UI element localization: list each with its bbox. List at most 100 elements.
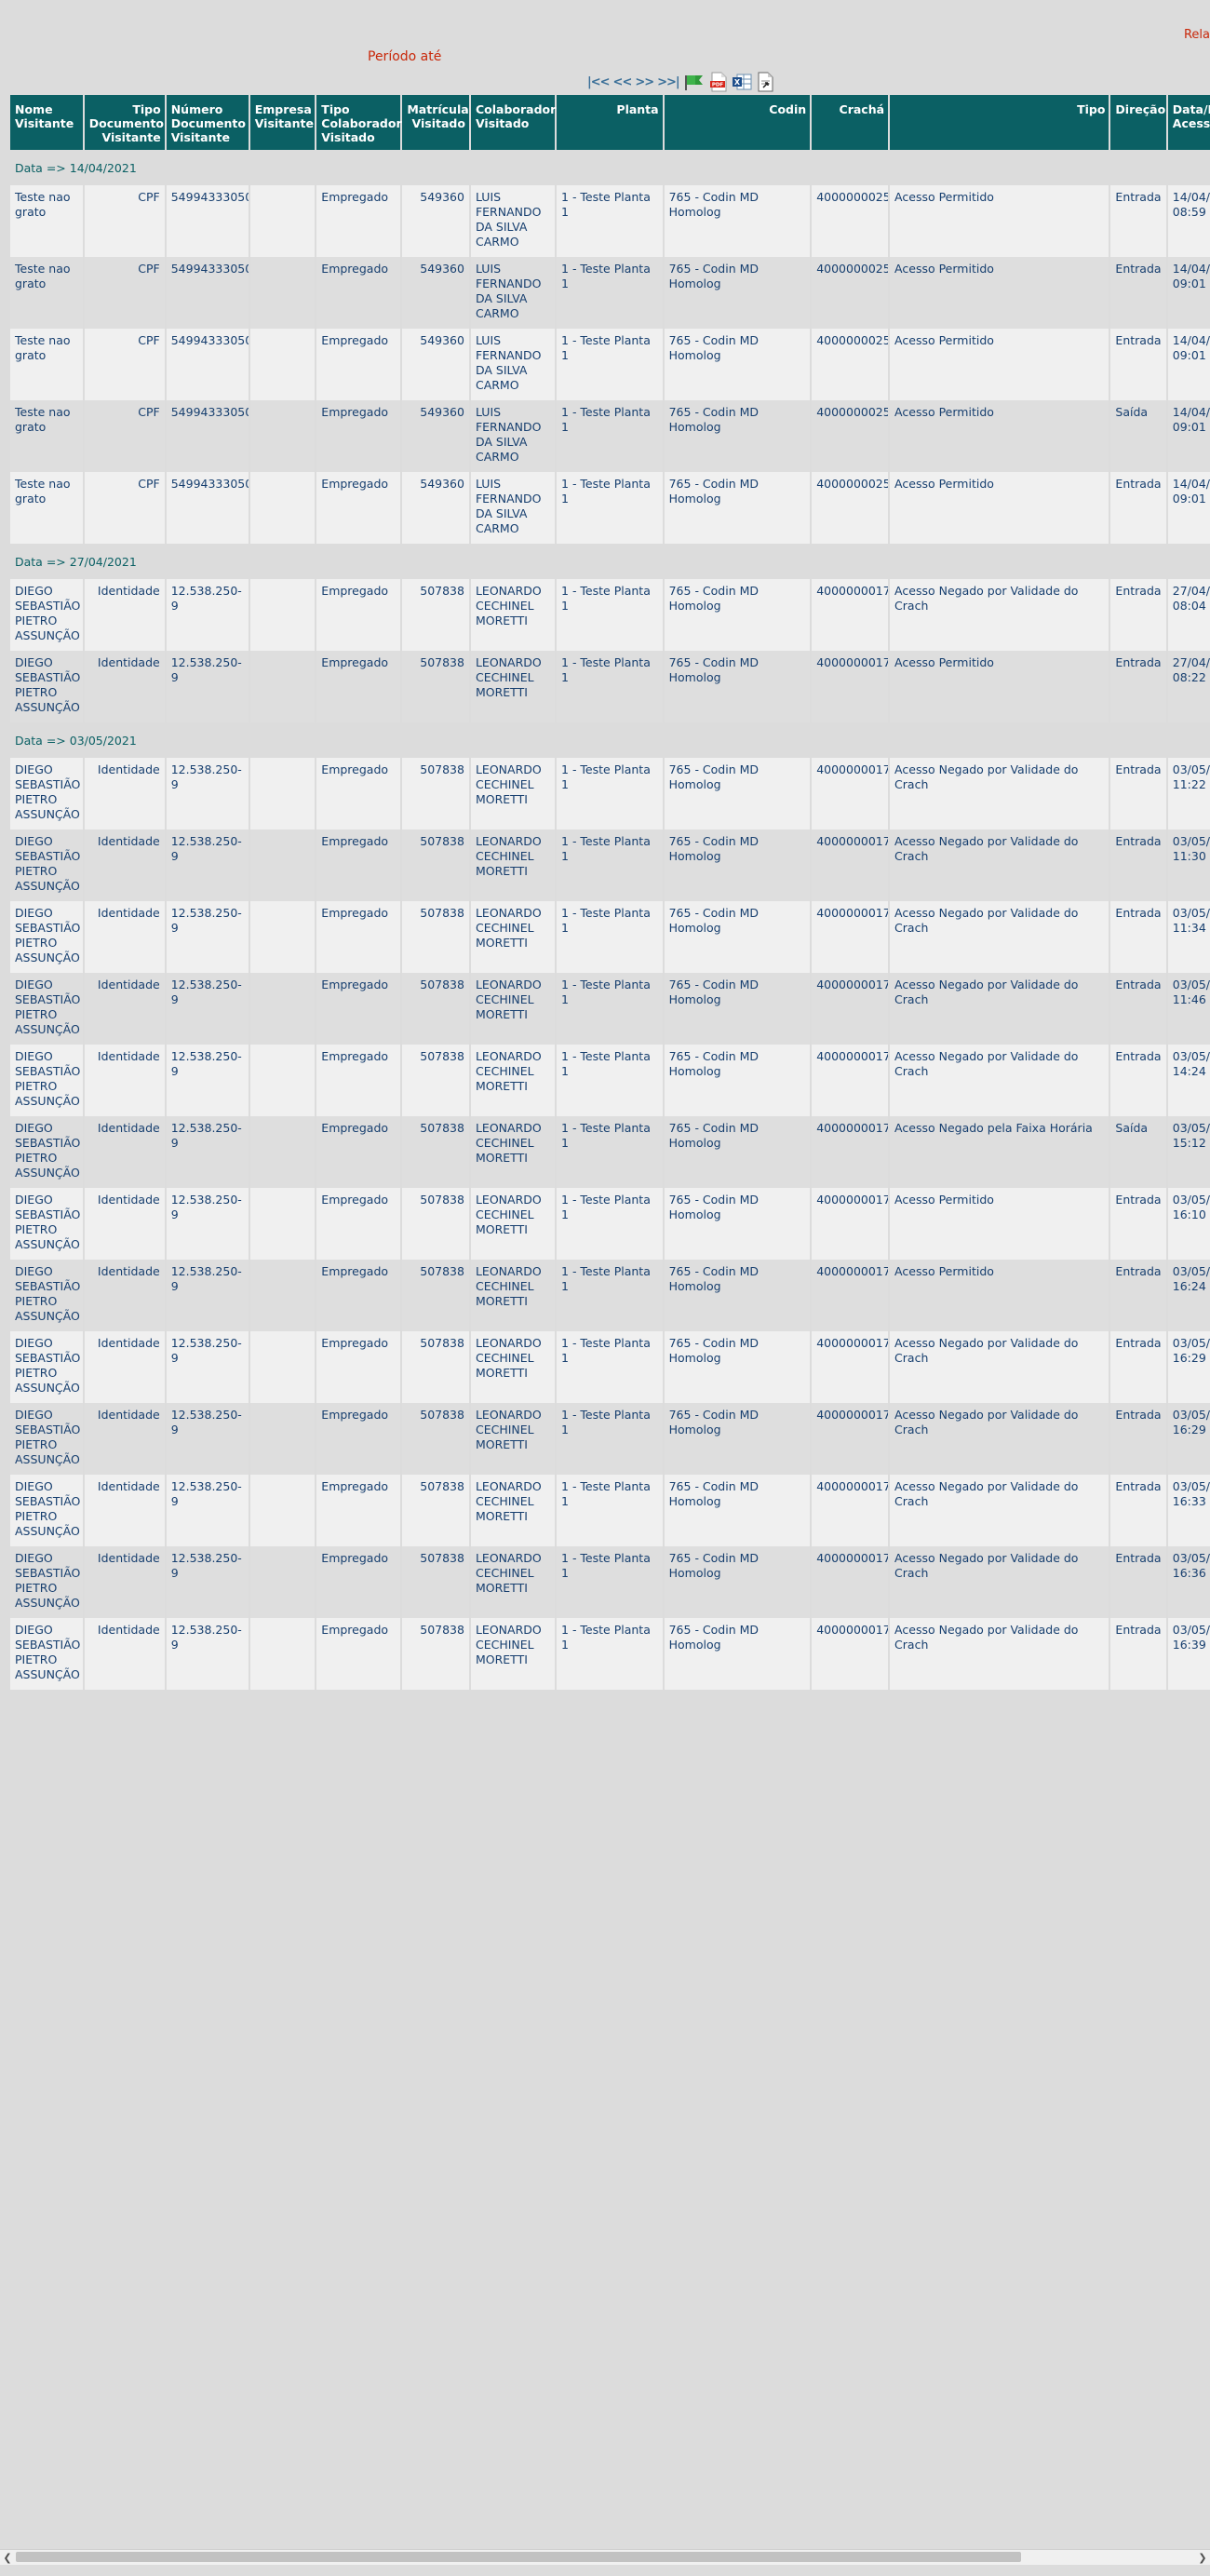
table-cell: 507838 (402, 1260, 469, 1331)
table-cell: Saída (1110, 400, 1166, 472)
table-cell: 12.538.250-9 (166, 1618, 249, 1690)
column-header[interactable]: Matrícula Visitado (402, 95, 469, 150)
table-cell: 549360 (402, 185, 469, 257)
table-cell: Empregado (316, 1546, 401, 1618)
table-cell: 4000000017 (812, 1045, 889, 1116)
table-row[interactable]: DIEGO SEBASTIÃO PIETRO ASSUNÇÃO Identidad… (10, 758, 1210, 829)
excel-icon[interactable]: X (731, 72, 753, 92)
table-cell: LEONARDO CECHINEL MORETTI (470, 1116, 556, 1188)
table-cell: Empregado (316, 829, 401, 901)
table-cell: LEONARDO CECHINEL MORETTI (470, 1546, 556, 1618)
table-row[interactable]: DIEGO SEBASTIÃO PIETRO ASSUNÇÃO Identidad… (10, 901, 1210, 973)
table-cell: Teste nao grato (10, 472, 83, 544)
table-row[interactable]: DIEGO SEBASTIÃO PIETRO ASSUNÇÃO Identidad… (10, 1403, 1210, 1475)
column-header[interactable]: Tipo Documento Visitante (84, 95, 165, 150)
table-cell: 4000000017 (812, 973, 889, 1045)
table-cell: CPF (84, 185, 165, 257)
table-cell: CPF (84, 329, 165, 400)
green-flag-icon[interactable] (682, 72, 706, 92)
table-cell: 1 - Teste Planta 1 (557, 257, 663, 329)
column-header[interactable]: Tipo Colaborador Visitado (316, 95, 402, 150)
table-cell: 03/05/2021 16:24 (1167, 1260, 1210, 1331)
table-cell: 765 - Codin MD Homolog (664, 400, 811, 472)
prev-page-button[interactable]: << (612, 72, 633, 92)
pdf-icon[interactable]: PDF (708, 72, 729, 92)
column-header[interactable]: Colaborador Visitado (470, 95, 556, 150)
table-row[interactable]: DIEGO SEBASTIÃO PIETRO ASSUNÇÃO Identidad… (10, 1618, 1210, 1690)
horizontal-scrollbar[interactable]: ❮ ❯ (0, 2549, 1210, 2565)
column-header[interactable]: Planta (557, 95, 663, 150)
column-header[interactable]: Nome Visitante (10, 95, 83, 150)
table-cell: 4000000025 (812, 257, 889, 329)
table-row[interactable]: DIEGO SEBASTIÃO PIETRO ASSUNÇÃO Identidad… (10, 1475, 1210, 1546)
table-cell: Identidade (84, 1475, 165, 1546)
table-cell: 4000000025 (812, 329, 889, 400)
table-cell: 4000000017 (812, 1116, 889, 1188)
table-cell: 1 - Teste Planta 1 (557, 829, 663, 901)
table-cell: 507838 (402, 1475, 469, 1546)
table-row[interactable]: DIEGO SEBASTIÃO PIETRO ASSUNÇÃO Identidad… (10, 579, 1210, 651)
table-cell: 12.538.250-9 (166, 901, 249, 973)
table-cell: 1 - Teste Planta 1 (557, 1260, 663, 1331)
table-cell: 1 - Teste Planta 1 (557, 579, 663, 651)
table-cell: 507838 (402, 1618, 469, 1690)
table-row[interactable]: DIEGO SEBASTIÃO PIETRO ASSUNÇÃO Identidad… (10, 1188, 1210, 1260)
table-row[interactable]: DIEGO SEBASTIÃO PIETRO ASSUNÇÃO Identidad… (10, 1260, 1210, 1331)
table-row[interactable]: Teste nao grato CPF 54994333050 Empregado 54… (10, 329, 1210, 400)
table-cell: 765 - Codin MD Homolog (664, 257, 811, 329)
table-cell: DIEGO SEBASTIÃO PIETRO ASSUNÇÃO (10, 829, 83, 901)
table-row[interactable]: Teste nao grato CPF 54994333050 Empregado 54… (10, 400, 1210, 472)
table-row[interactable]: DIEGO SEBASTIÃO PIETRO ASSUNÇÃO Identidad… (10, 1546, 1210, 1618)
chevron-right-icon[interactable]: ❯ (1195, 2550, 1210, 2565)
table-cell: Identidade (84, 829, 165, 901)
column-header[interactable]: Data/Hora Acesso (1167, 95, 1210, 150)
column-header[interactable]: Direção (1110, 95, 1166, 150)
table-row[interactable]: Teste nao grato CPF 54994333050 Empregado 54… (10, 257, 1210, 329)
column-header[interactable]: Número Documento Visitante (166, 95, 249, 150)
table-cell: 4000000017 (812, 579, 889, 651)
table-cell: Entrada (1110, 257, 1166, 329)
chevron-left-icon[interactable]: ❮ (0, 2550, 15, 2565)
table-row[interactable]: DIEGO SEBASTIÃO PIETRO ASSUNÇÃO Identidad… (10, 1045, 1210, 1116)
table-row[interactable]: Teste nao grato CPF 54994333050 Empregado 54… (10, 472, 1210, 544)
table-row[interactable]: DIEGO SEBASTIÃO PIETRO ASSUNÇÃO Identidad… (10, 973, 1210, 1045)
table-cell: 4000000017 (812, 1618, 889, 1690)
table-cell: 03/05/2021 11:30 (1167, 829, 1210, 901)
table-cell: Acesso Permitido (890, 1188, 1109, 1260)
access-report-table: Nome Visitante Tipo Documento Visitante … (10, 95, 1210, 1690)
table-cell: Empregado (316, 1188, 401, 1260)
table-cell: 1 - Teste Planta 1 (557, 1618, 663, 1690)
table-cell: Acesso Negado por Validade do Crach (890, 758, 1109, 829)
table-cell: 765 - Codin MD Homolog (664, 1403, 811, 1475)
table-cell (249, 1116, 316, 1188)
table-row[interactable]: DIEGO SEBASTIÃO PIETRO ASSUNÇÃO Identidad… (10, 1331, 1210, 1403)
table-row[interactable]: DIEGO SEBASTIÃO PIETRO ASSUNÇÃO Identidad… (10, 1116, 1210, 1188)
column-header[interactable]: Tipo (890, 95, 1109, 150)
scrollbar-thumb[interactable] (16, 2552, 1021, 2562)
table-cell: Acesso Permitido (890, 185, 1109, 257)
table-row[interactable]: DIEGO SEBASTIÃO PIETRO ASSUNÇÃO Identidad… (10, 651, 1210, 722)
table-cell: 765 - Codin MD Homolog (664, 1331, 811, 1403)
table-row[interactable]: DIEGO SEBASTIÃO PIETRO ASSUNÇÃO Identidad… (10, 829, 1210, 901)
table-cell: Acesso Negado por Validade do Crach (890, 829, 1109, 901)
table-cell: Identidade (84, 1331, 165, 1403)
table-cell: 14/04/2021 09:01 (1167, 472, 1210, 544)
table-cell (249, 1331, 316, 1403)
last-page-button[interactable]: >>| (656, 72, 680, 92)
column-header[interactable]: Empresa Visitante (249, 95, 316, 150)
table-cell: 1 - Teste Planta 1 (557, 1116, 663, 1188)
table-cell: 765 - Codin MD Homolog (664, 1618, 811, 1690)
table-cell: Identidade (84, 1618, 165, 1690)
next-page-button[interactable]: >> (634, 72, 654, 92)
table-cell (249, 579, 316, 651)
table-cell: Acesso Negado por Validade do Crach (890, 973, 1109, 1045)
table-row[interactable]: Teste nao grato CPF 54994333050 Empregado 54… (10, 185, 1210, 257)
table-cell (249, 185, 316, 257)
first-page-button[interactable]: |<< (586, 72, 611, 92)
export-file-icon[interactable] (755, 72, 775, 92)
table-cell: 4000000017 (812, 758, 889, 829)
table-cell: Acesso Permitido (890, 651, 1109, 722)
table-cell: 12.538.250-9 (166, 973, 249, 1045)
column-header[interactable]: Crachá (812, 95, 889, 150)
column-header[interactable]: Codin (664, 95, 811, 150)
